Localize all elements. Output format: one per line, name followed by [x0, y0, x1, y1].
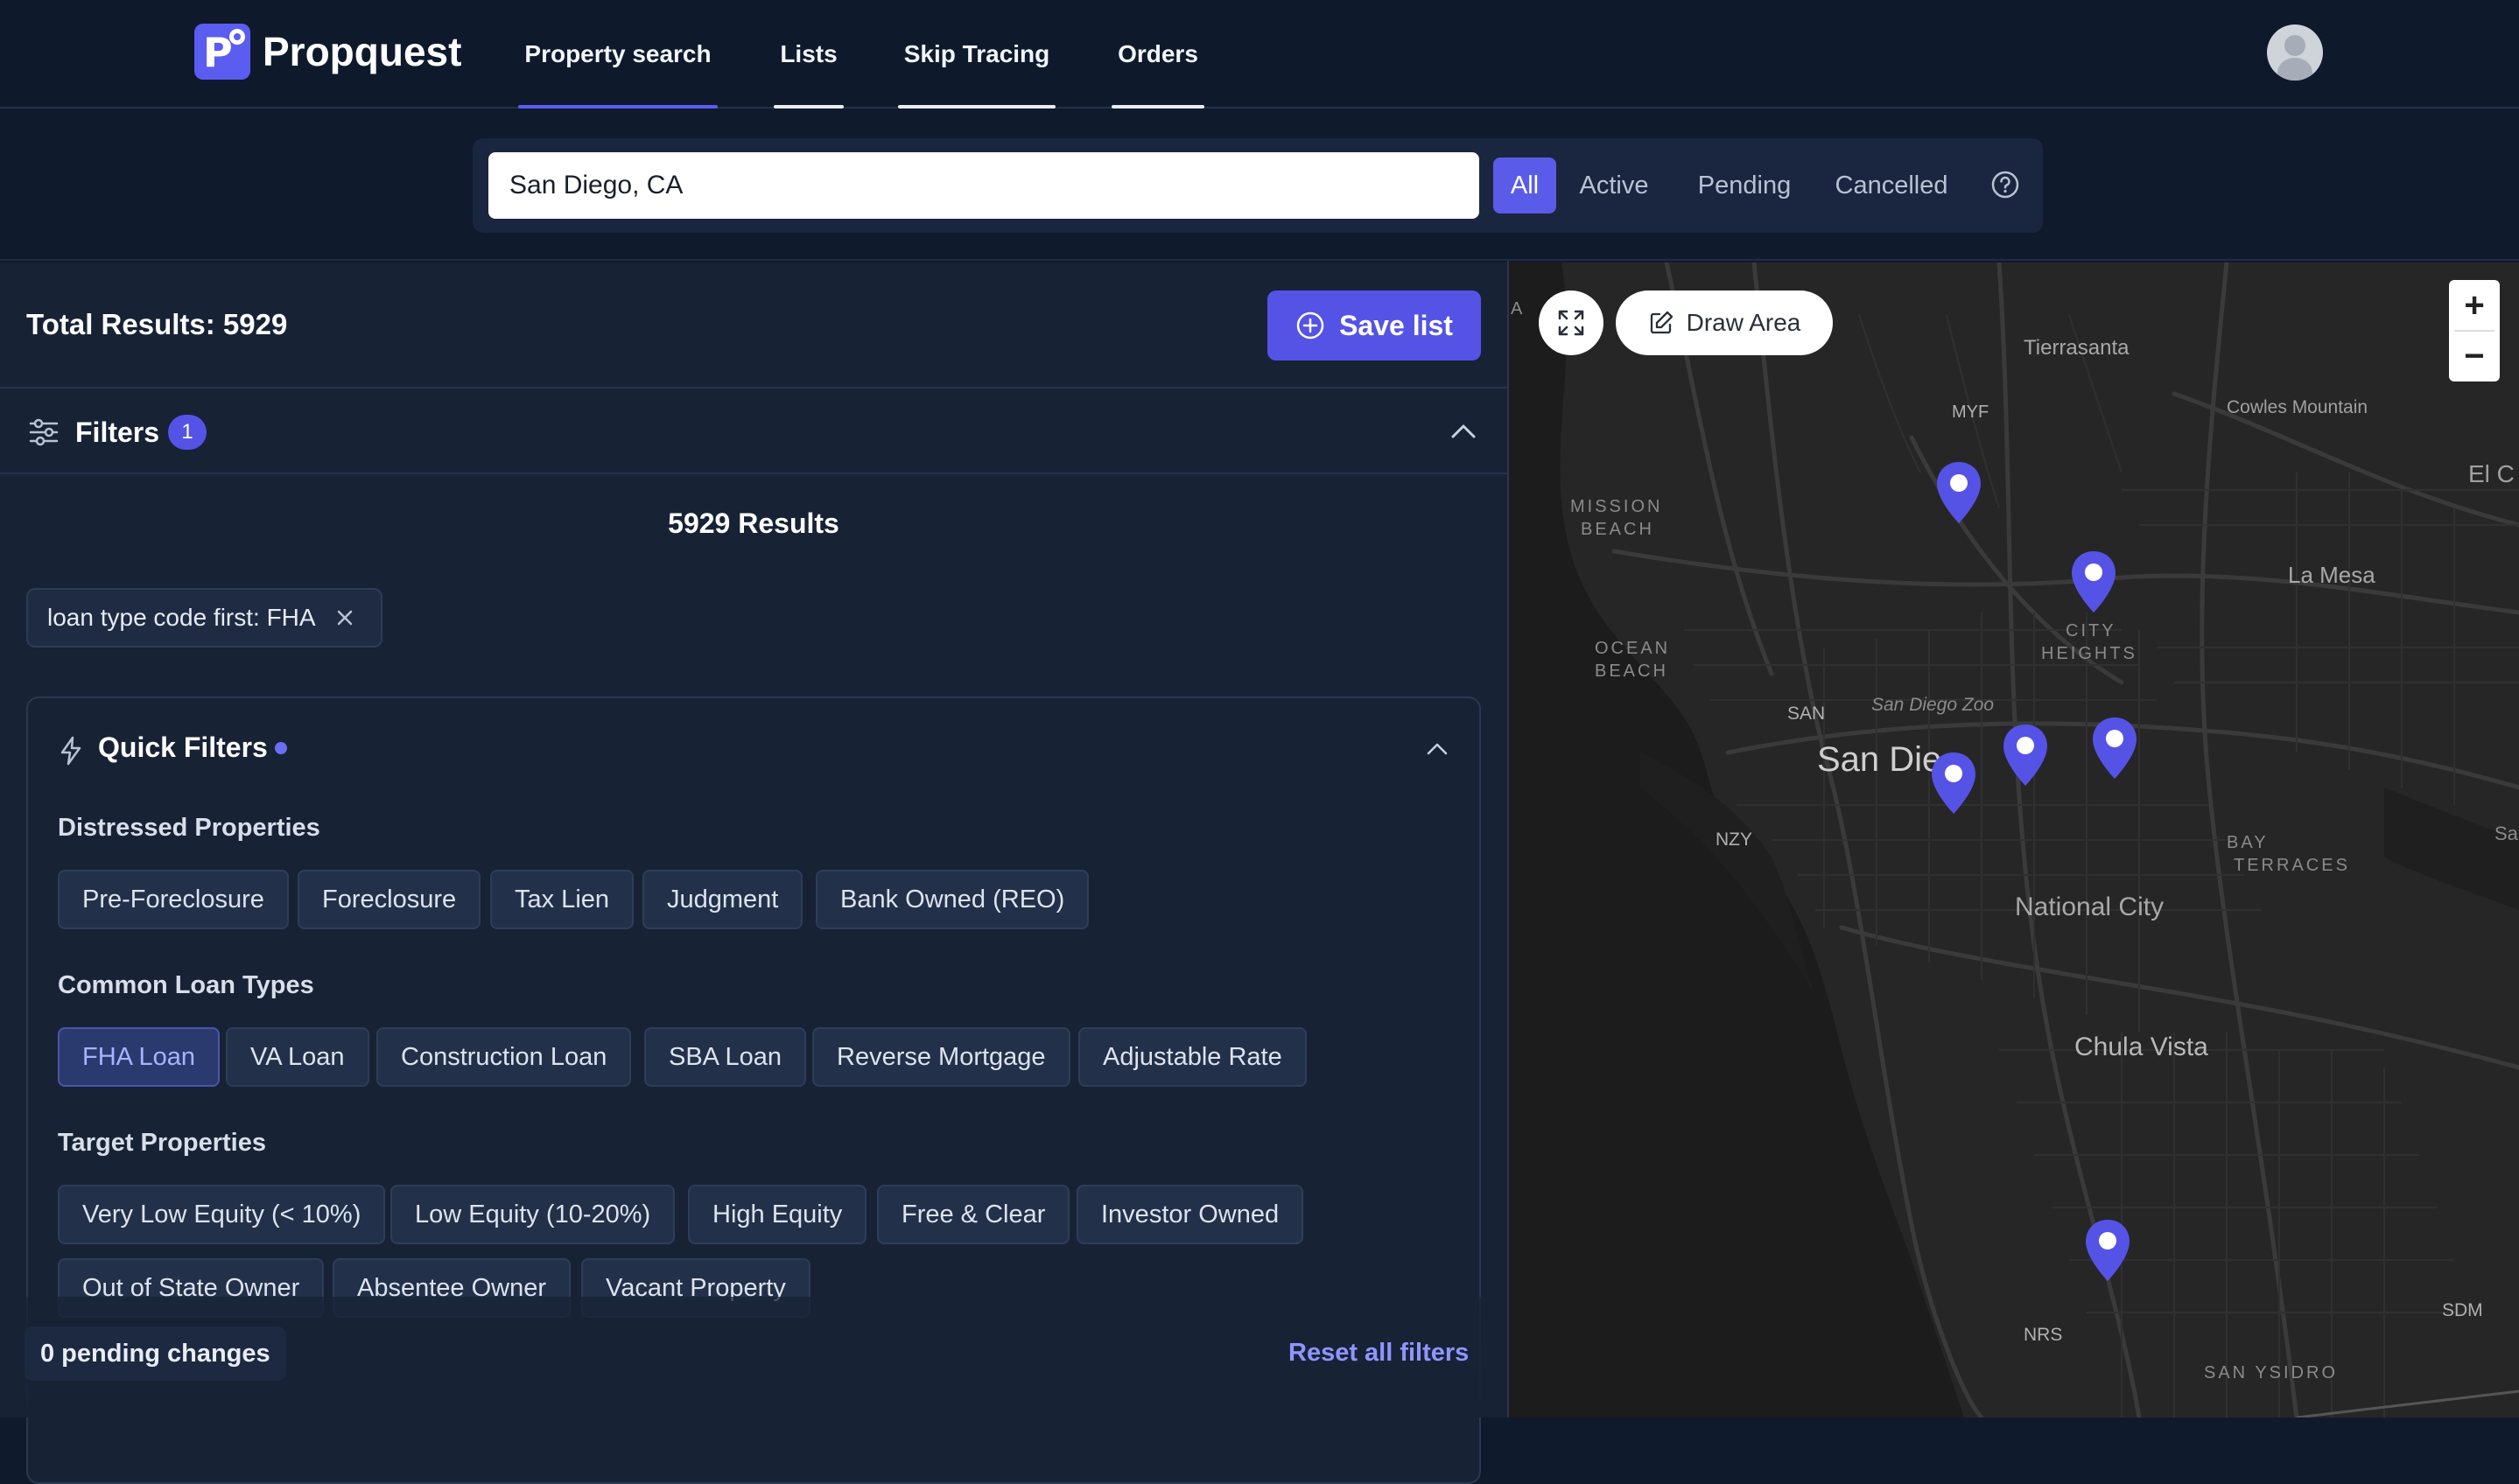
map-label-san: SAN — [1787, 704, 1826, 724]
zoom-out-button[interactable]: − — [2449, 331, 2500, 382]
map-label-san-diego: San Die — [1817, 740, 1942, 779]
map-label-nrs: NRS — [2024, 1325, 2063, 1345]
chevron-up-icon[interactable] — [1449, 422, 1477, 441]
filter-construction-loan[interactable]: Construction Loan — [376, 1027, 632, 1087]
results-panel: Total Results: 5929 Save list Filters 1 … — [0, 262, 1507, 1484]
sliders-icon — [29, 418, 59, 446]
expand-icon — [1558, 310, 1584, 336]
filter-high-equity[interactable]: High Equity — [688, 1185, 867, 1244]
location-search-input[interactable] — [488, 152, 1479, 219]
plus-circle-icon — [1296, 312, 1324, 340]
edit-icon — [1650, 311, 1673, 334]
app-logo[interactable]: P Propquest — [194, 24, 461, 80]
user-avatar[interactable] — [2267, 24, 2323, 80]
filter-investor-owned[interactable]: Investor Owned — [1077, 1185, 1304, 1244]
filter-judgment[interactable]: Judgment — [642, 870, 803, 929]
app-name: Propquest — [263, 29, 462, 74]
map-pin-marker[interactable] — [1934, 460, 1983, 527]
fullscreen-button[interactable] — [1539, 290, 1603, 355]
search-container: All Active Pending Cancelled — [473, 138, 2043, 233]
tab-lists[interactable]: Lists — [774, 0, 844, 108]
map-label-chula-vista: Chula Vista — [2074, 1032, 2208, 1061]
map-pin-marker[interactable] — [2083, 1218, 2132, 1284]
lightning-icon — [60, 736, 81, 766]
map-label-san-ysidro: SAN YSIDRO — [2204, 1363, 2338, 1382]
map-label-a: A — [1511, 299, 1523, 318]
map-label-ocean: OCEAN — [1595, 639, 1671, 658]
filter-tax-lien[interactable]: Tax Lien — [490, 870, 635, 929]
filter-pre-foreclosure[interactable]: Pre-Foreclosure — [58, 870, 289, 929]
filter-bank-owned[interactable]: Bank Owned (REO) — [816, 870, 1090, 929]
filter-fha-loan[interactable]: FHA Loan — [58, 1027, 220, 1087]
map-pin-marker[interactable] — [2090, 716, 2139, 782]
zoom-control: + − — [2449, 280, 2500, 382]
map-canvas — [1509, 262, 2519, 1418]
top-navigation-bar: P Propquest Property search Lists Skip T… — [0, 0, 2519, 108]
status-pending-button[interactable]: Pending — [1691, 158, 1798, 214]
filters-toggle[interactable]: Filters 1 — [0, 390, 1507, 474]
map-label-sdm: SDM — [2442, 1300, 2483, 1320]
section-title-loan-types: Common Loan Types — [58, 971, 314, 999]
map-view[interactable]: Tierrasanta MYF Cowles Mountain El C MIS… — [1509, 262, 2519, 1418]
filter-foreclosure[interactable]: Foreclosure — [298, 870, 481, 929]
filter-very-low-equity[interactable]: Very Low Equity (< 10%) — [58, 1185, 386, 1244]
status-all-button[interactable]: All — [1493, 158, 1556, 214]
map-pin-marker[interactable] — [2069, 550, 2118, 616]
map-pin-marker[interactable] — [2001, 723, 2050, 789]
section-title-target: Target Properties — [58, 1129, 266, 1157]
active-filter-chip: loan type code first: FHA — [26, 588, 382, 648]
map-label-zoo: San Diego Zoo — [1871, 695, 1995, 715]
reset-filters-link[interactable]: Reset all filters — [1288, 1339, 1469, 1368]
map-label-la-mesa: La Mesa — [2288, 562, 2375, 588]
filters-count-badge: 1 — [168, 415, 207, 450]
map-label-sa: Sa — [2494, 822, 2518, 844]
map-label-elc: El C — [2468, 460, 2515, 487]
help-icon[interactable] — [1990, 170, 2020, 200]
chevron-up-icon[interactable] — [1425, 740, 1449, 758]
status-active-button[interactable]: Active — [1570, 158, 1658, 214]
map-label-mission: MISSION — [1570, 497, 1663, 516]
section-title-distressed: Distressed Properties — [58, 814, 320, 842]
status-cancelled-button[interactable]: Cancelled — [1826, 158, 1957, 214]
map-label-ocean-beach: BEACH — [1595, 662, 1668, 681]
draw-area-button[interactable]: Draw Area — [1616, 290, 1833, 355]
pending-changes: 0 pending changes — [25, 1326, 286, 1381]
map-label-bay: BAY — [2227, 833, 2269, 852]
close-icon[interactable] — [335, 608, 354, 627]
map-label-city: CITY — [2066, 621, 2116, 640]
tab-property-search[interactable]: Property search — [518, 0, 718, 108]
search-strip: All Active Pending Cancelled — [0, 110, 2519, 261]
map-label-city-heights: HEIGHTS — [2041, 644, 2137, 663]
filter-va-loan[interactable]: VA Loan — [226, 1027, 369, 1087]
map-label-nzy: NZY — [1716, 830, 1752, 850]
map-label-terraces: TERRACES — [2234, 856, 2350, 875]
filter-free-clear[interactable]: Free & Clear — [877, 1185, 1070, 1244]
map-label-tierrasanta: Tierrasanta — [2024, 336, 2130, 360]
map-label-cowles: Cowles Mountain — [2227, 397, 2368, 417]
tab-skip-tracing[interactable]: Skip Tracing — [898, 0, 1056, 108]
map-pin-marker[interactable] — [1929, 751, 1978, 817]
total-results: Total Results: 5929 — [26, 308, 288, 340]
tab-orders[interactable]: Orders — [1112, 0, 1204, 108]
save-list-button[interactable]: Save list — [1267, 290, 1481, 360]
filter-sba-loan[interactable]: SBA Loan — [644, 1027, 806, 1087]
zoom-in-button[interactable]: + — [2449, 280, 2500, 331]
quick-filters-indicator — [275, 742, 287, 754]
logo-icon: P — [194, 24, 250, 80]
filter-reverse-mortgage[interactable]: Reverse Mortgage — [812, 1027, 1070, 1087]
results-count: 5929 Results — [668, 508, 839, 539]
map-label-mission-beach: BEACH — [1581, 520, 1654, 539]
quick-filters-title: Quick Filters — [98, 732, 268, 763]
map-label-national-city: National City — [2015, 892, 2165, 921]
map-label-myf: MYF — [1952, 402, 1989, 422]
filter-low-equity[interactable]: Low Equity (10-20%) — [390, 1185, 676, 1244]
filters-label: Filters — [75, 416, 160, 448]
results-header: Total Results: 5929 Save list — [0, 262, 1507, 388]
filter-adjustable-rate[interactable]: Adjustable Rate — [1078, 1027, 1307, 1087]
